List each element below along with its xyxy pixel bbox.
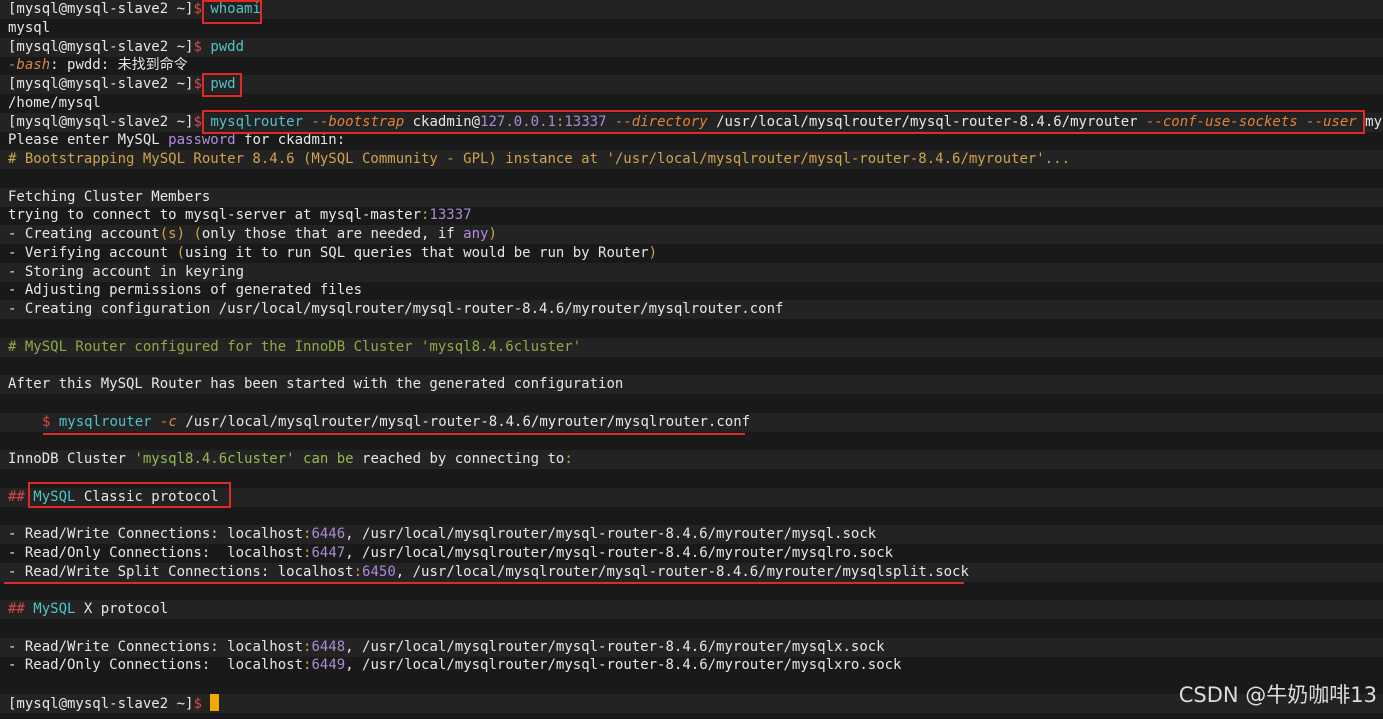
step-paren: ( bbox=[176, 245, 186, 261]
port-number: 6446 bbox=[311, 526, 346, 542]
output-line: After this MySQL Router has been started… bbox=[8, 376, 624, 392]
error-line: -bash: pwdd: 未找到命令 bbox=[8, 56, 188, 75]
socket-path: , /usr/local/mysqlrouter/mysql-router-8.… bbox=[345, 526, 877, 542]
port-number: 6448 bbox=[311, 639, 346, 655]
terminal-line: [mysql@mysql-slave2 ~]$ pwdd bbox=[8, 38, 244, 57]
password-prompt-user: for ckadmin: bbox=[235, 132, 346, 148]
step-text: - Creating account bbox=[8, 226, 160, 242]
socket-path: , /usr/local/mysqlrouter/mysql-router-8.… bbox=[345, 545, 894, 561]
colon: : bbox=[564, 451, 573, 467]
step-text: only those that are needed, if bbox=[201, 226, 464, 242]
step-paren: (s) bbox=[159, 226, 186, 242]
output-line: trying to connect to mysql-server at mys… bbox=[8, 206, 472, 225]
highlight-box-whoami bbox=[202, 0, 262, 24]
connection-host: : localhost bbox=[210, 526, 304, 542]
run-command-line: $ mysqlrouter -c /usr/local/mysqlrouter/… bbox=[42, 413, 750, 432]
shell-prompt: [mysql@mysql-slave2 ~] bbox=[8, 114, 194, 130]
step-line: - Storing account in keyring bbox=[8, 264, 245, 280]
connection-label: - Read/Only Connections bbox=[8, 545, 202, 561]
connection-row: - Read/Write Connections: localhost:6448… bbox=[8, 638, 885, 657]
flag-config: -c bbox=[160, 414, 177, 430]
underline-run-command bbox=[43, 433, 745, 435]
row-band bbox=[0, 600, 1383, 619]
prompt-dollar: $ bbox=[193, 696, 202, 712]
output-line: mysql bbox=[8, 20, 51, 36]
connection-row: - Read/Only Connections: localhost:6449,… bbox=[8, 656, 901, 675]
socket-path: , /usr/local/mysqlrouter/mysql-router-8.… bbox=[345, 639, 885, 655]
highlight-box-pwd bbox=[202, 73, 242, 97]
port-number: 13337 bbox=[429, 207, 472, 223]
error-shell-name: -bash bbox=[8, 57, 51, 73]
prompt-dollar: $ bbox=[193, 114, 202, 130]
step-line: - Adjusting permissions of generated fil… bbox=[8, 282, 363, 298]
heading-hash: ## bbox=[8, 489, 25, 505]
error-message: : pwdd: 未找到命令 bbox=[50, 57, 188, 73]
highlight-box-bootstrap bbox=[202, 110, 1365, 134]
step-line: - Creating configuration /usr/local/mysq… bbox=[8, 301, 784, 317]
innodb-text: can be bbox=[294, 451, 354, 467]
terminal-window[interactable]: [mysql@mysql-slave2 ~]$ whoami mysql [my… bbox=[0, 0, 1383, 719]
step-paren: ( bbox=[185, 226, 202, 242]
innodb-text: reached by connecting to bbox=[353, 451, 565, 467]
connection-row: - Read/Only Connections: localhost:6447,… bbox=[8, 544, 893, 563]
output-line: InnoDB Cluster 'mysql8.4.6cluster' can b… bbox=[8, 450, 573, 469]
colon: : bbox=[353, 564, 363, 580]
output-line: Fetching Cluster Members bbox=[8, 189, 211, 205]
step-text: using it to run SQL queries that would b… bbox=[185, 245, 649, 261]
step-line: - Creating account(s) (only those that a… bbox=[8, 225, 497, 244]
shell-prompt: [mysql@mysql-slave2 ~] bbox=[8, 1, 194, 17]
socket-path: , /usr/local/mysqlrouter/mysql-router-8.… bbox=[345, 657, 902, 673]
bootstrap-comment: # Bootstrapping MySQL Router 8.4.6 (MySQ… bbox=[8, 151, 1071, 167]
step-paren: ) bbox=[648, 245, 658, 261]
connection-host: : localhost bbox=[201, 545, 304, 561]
connection-host: : localhost bbox=[210, 639, 304, 655]
connection-host: : localhost bbox=[260, 564, 354, 580]
highlight-box-classic bbox=[28, 482, 231, 508]
heading-text: X protocol bbox=[75, 601, 169, 617]
password-prompt-text: Please enter MySQL bbox=[8, 132, 169, 148]
connection-label: - Read/Only Connections bbox=[8, 657, 202, 673]
connection-label: - Read/Write Connections bbox=[8, 639, 211, 655]
port-number: 6447 bbox=[311, 545, 346, 561]
text-cursor[interactable] bbox=[210, 694, 220, 711]
password-keyword: password bbox=[168, 132, 236, 148]
config-path: /usr/local/mysqlrouter/mysql-router-8.4.… bbox=[185, 414, 751, 430]
connection-row: - Read/Write Split Connections: localhos… bbox=[8, 563, 969, 582]
connection-label: - Read/Write Connections bbox=[8, 526, 211, 542]
underline-split-connection bbox=[4, 582, 964, 584]
prompt-dollar: $ bbox=[193, 39, 202, 55]
user-value: mysql bbox=[1365, 114, 1383, 130]
port-number: 6449 bbox=[311, 657, 346, 673]
shell-prompt: [mysql@mysql-slave2 ~] bbox=[8, 696, 194, 712]
connection-host: : localhost bbox=[201, 657, 304, 673]
step-text: - Verifying account bbox=[8, 245, 177, 261]
socket-path: , /usr/local/mysqlrouter/mysql-router-8.… bbox=[395, 564, 969, 580]
shell-prompt: [mysql@mysql-slave2 ~] bbox=[8, 76, 194, 92]
configured-comment: # MySQL Router configured for the InnoDB… bbox=[8, 339, 582, 355]
step-paren: ) bbox=[488, 226, 497, 242]
prompt-dollar: $ bbox=[193, 76, 202, 92]
output-line: /home/mysql bbox=[8, 95, 101, 111]
connection-row: - Read/Write Connections: localhost:6446… bbox=[8, 525, 876, 544]
command-text: pwdd bbox=[210, 39, 245, 55]
prompt-dollar: $ bbox=[193, 1, 202, 17]
xproto-heading: ## MySQL X protocol bbox=[8, 600, 168, 619]
port-number: 6450 bbox=[362, 564, 396, 580]
step-keyword: any bbox=[463, 226, 489, 242]
cluster-name: 'mysql8.4.6cluster' bbox=[134, 451, 295, 467]
terminal-input-line[interactable]: [mysql@mysql-slave2 ~]$ bbox=[8, 694, 220, 713]
step-line: - Verifying account (using it to run SQL… bbox=[8, 244, 657, 263]
innodb-text: InnoDB Cluster bbox=[8, 451, 135, 467]
heading-mysql: MySQL bbox=[33, 601, 76, 617]
trying-text: trying to connect to mysql-server at mys… bbox=[8, 207, 422, 223]
command-text: mysqlrouter bbox=[58, 414, 152, 430]
heading-hash: ## bbox=[8, 601, 25, 617]
shell-prompt: [mysql@mysql-slave2 ~] bbox=[8, 39, 194, 55]
connection-label: - Read/Write Split Connections bbox=[8, 564, 261, 580]
prompt-dollar: $ bbox=[42, 414, 51, 430]
watermark: CSDN @牛奶咖啡13 bbox=[1178, 683, 1377, 707]
